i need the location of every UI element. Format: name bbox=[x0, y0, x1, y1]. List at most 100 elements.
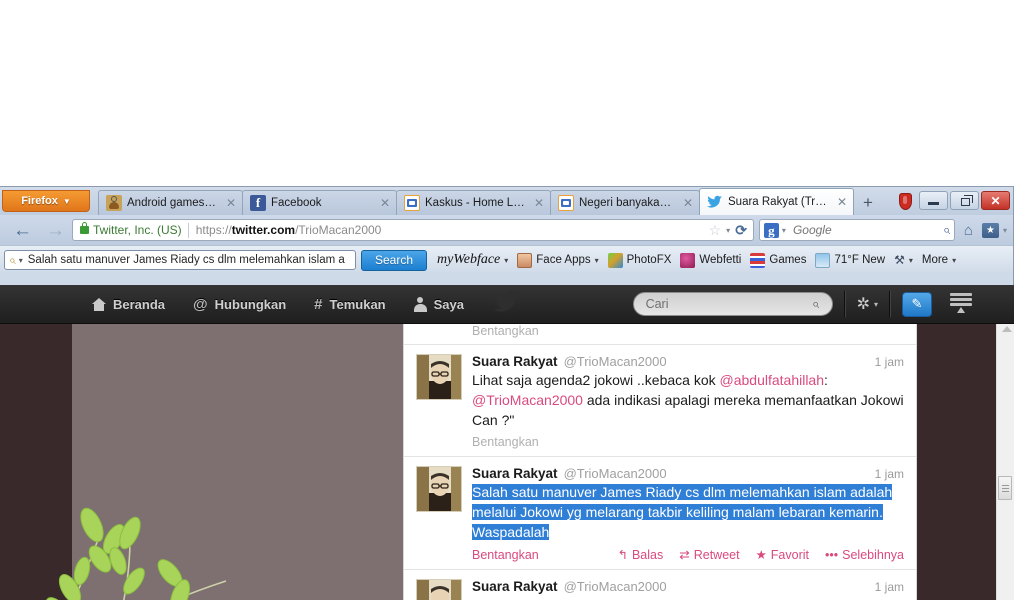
mywebface-search-value: Salah satu manuver James Riady cs dlm me… bbox=[27, 254, 345, 266]
retweet-icon: ⇄ bbox=[679, 548, 690, 562]
chevron-down-icon[interactable]: ▾ bbox=[909, 256, 913, 265]
close-icon[interactable]: ✕ bbox=[378, 196, 392, 210]
toolbar-item-label: Games bbox=[769, 254, 807, 266]
twitter-search-input[interactable]: Cari ⌕ bbox=[632, 292, 833, 316]
tweet-timestamp[interactable]: 1 jam bbox=[875, 580, 904, 594]
restore-button[interactable] bbox=[950, 191, 979, 210]
expand-link[interactable]: Bentangkan bbox=[472, 548, 539, 562]
twitter-bird-icon bbox=[490, 288, 524, 320]
minimize-button[interactable] bbox=[919, 191, 948, 210]
nav-item-saya[interactable]: Saya bbox=[400, 285, 478, 323]
more-action[interactable]: ••• Selebihnya bbox=[825, 548, 904, 562]
expand-link[interactable]: Bentangkan bbox=[472, 435, 539, 449]
avatar[interactable] bbox=[416, 579, 462, 600]
avatar[interactable] bbox=[416, 466, 462, 512]
desktop-blank-area bbox=[0, 0, 1024, 186]
tweet-author-name[interactable]: Suara Rakyat bbox=[472, 579, 558, 594]
nav-item-hubungkan[interactable]: @ Hubungkan bbox=[179, 285, 300, 323]
reload-icon[interactable]: ⟳ bbox=[735, 222, 747, 239]
close-icon[interactable]: ✕ bbox=[532, 196, 546, 210]
favorite-action[interactable]: ★ Favorit bbox=[755, 547, 809, 563]
twitter-nav-items: Beranda @ Hubungkan # Temukan Saya bbox=[78, 285, 478, 323]
tab-android-games[interactable]: Android games fre... ✕ bbox=[98, 190, 243, 215]
search-icon[interactable]: ⌕ bbox=[943, 222, 950, 238]
mywebface-brand-logo: myWebface bbox=[437, 252, 501, 267]
nav-item-beranda[interactable]: Beranda bbox=[78, 285, 179, 323]
mywebface-search-button[interactable]: Search bbox=[361, 249, 428, 271]
compose-tweet-button[interactable]: ✎ bbox=[902, 291, 932, 317]
selected-text: Salah satu manuver James Riady cs dlm me… bbox=[472, 484, 893, 540]
facebook-icon: f bbox=[250, 195, 266, 211]
reply-action[interactable]: ↰ Balas bbox=[617, 547, 663, 563]
toolbar-item-photofx[interactable]: PhotoFX bbox=[607, 252, 671, 268]
toolbar-item-games[interactable]: Games bbox=[750, 252, 807, 268]
home-icon[interactable]: ⌂ bbox=[964, 222, 973, 239]
mywebface-search-input[interactable]: ⌕ ▾ Salah satu manuver James Riady cs dl… bbox=[4, 250, 356, 270]
twitter-search-placeholder: Cari bbox=[645, 297, 669, 311]
generic-page-icon bbox=[558, 195, 574, 211]
tweet-text: Lihat saja agenda2 jokowi ..kebaca kok @… bbox=[472, 370, 904, 430]
nav-item-label: Temukan bbox=[329, 296, 386, 312]
close-button[interactable]: ✕ bbox=[981, 191, 1010, 210]
expand-link[interactable]: Bentangkan bbox=[472, 324, 904, 338]
back-button[interactable]: ← bbox=[13, 221, 32, 240]
toolbar-item-face-apps[interactable]: Face Apps ▾ bbox=[517, 252, 599, 268]
mention-link[interactable]: @abdulfatahillah bbox=[720, 372, 825, 388]
close-icon[interactable]: ✕ bbox=[835, 195, 849, 209]
firefox-app-menu-button[interactable]: Firefox ▼ bbox=[2, 190, 90, 212]
tweet-author-handle[interactable]: @TrioMacan2000 bbox=[564, 579, 667, 594]
toolbar-item-weather[interactable]: 71°F New bbox=[815, 252, 885, 268]
tools-icon[interactable]: ⚒ bbox=[894, 253, 905, 267]
tweet-row[interactable]: Suara Rakyat @TrioMacan2000 1 jam Lihat … bbox=[404, 345, 916, 457]
tweet-row-selected[interactable]: Suara Rakyat @TrioMacan2000 1 jam Salah … bbox=[404, 457, 916, 570]
gear-icon[interactable]: ✲ bbox=[857, 294, 870, 314]
chevron-down-icon[interactable]: ▾ bbox=[726, 226, 730, 235]
nav-item-label: Beranda bbox=[113, 296, 166, 312]
url-path: /TrioMacan2000 bbox=[295, 223, 382, 237]
tweet-author-name[interactable]: Suara Rakyat bbox=[472, 354, 558, 369]
bookmark-star-icon[interactable]: ☆ bbox=[709, 222, 722, 239]
chevron-down-icon[interactable]: ▾ bbox=[504, 256, 508, 265]
avatar[interactable] bbox=[416, 354, 462, 400]
upload-stack-icon[interactable] bbox=[950, 293, 972, 315]
scrollbar-thumb[interactable] bbox=[998, 476, 1012, 500]
tab-label: Kaskus - Home Log... bbox=[425, 197, 526, 209]
chevron-down-icon[interactable]: ▾ bbox=[19, 256, 23, 265]
address-bar[interactable]: Twitter, Inc. (US) https://twitter.com/T… bbox=[72, 219, 754, 241]
tweet-author-handle[interactable]: @TrioMacan2000 bbox=[564, 466, 667, 481]
tweet-author-handle[interactable]: @TrioMacan2000 bbox=[564, 354, 667, 369]
tweet-author-name[interactable]: Suara Rakyat bbox=[472, 466, 558, 481]
chevron-down-icon[interactable]: ▾ bbox=[874, 300, 878, 309]
page-scrollbar[interactable] bbox=[996, 324, 1014, 600]
tab-suara-rakyat[interactable]: Suara Rakyat (Trio... ✕ bbox=[699, 188, 854, 215]
twitter-bird-icon bbox=[707, 194, 723, 210]
tweet-row[interactable]: Suara Rakyat @TrioMacan2000 1 jam bbox=[404, 570, 916, 600]
search-icon[interactable]: ⌕ bbox=[812, 296, 819, 312]
tweet-timestamp[interactable]: 1 jam bbox=[875, 467, 904, 481]
toolbar-item-webfetti[interactable]: Webfetti bbox=[680, 252, 741, 268]
new-tab-button[interactable]: + bbox=[857, 191, 879, 215]
tab-negeri-banyakan[interactable]: Negeri banyakan pr... ✕ bbox=[550, 190, 700, 215]
close-icon[interactable]: ✕ bbox=[681, 196, 695, 210]
page-content: Beranda @ Hubungkan # Temukan Saya Cari … bbox=[0, 285, 1014, 600]
retweet-action[interactable]: ⇄ Retweet bbox=[679, 547, 739, 563]
browser-search-bar[interactable]: g ▾ Google ⌕ bbox=[758, 219, 955, 241]
chevron-down-icon[interactable]: ▾ bbox=[782, 226, 786, 235]
scroll-up-arrow-icon[interactable] bbox=[1002, 326, 1012, 332]
chevron-down-icon[interactable]: ▾ bbox=[1003, 226, 1007, 235]
close-icon[interactable]: ✕ bbox=[224, 196, 238, 210]
tweet-timestamp[interactable]: 1 jam bbox=[875, 355, 904, 369]
nav-item-temukan[interactable]: # Temukan bbox=[300, 285, 399, 323]
tab-kaskus[interactable]: Kaskus - Home Log... ✕ bbox=[396, 190, 551, 215]
forward-button[interactable]: → bbox=[46, 221, 65, 240]
chevron-down-icon[interactable]: ▾ bbox=[595, 256, 599, 265]
mention-link[interactable]: @TrioMacan2000 bbox=[472, 392, 583, 408]
reply-arrow-icon: ↰ bbox=[617, 548, 628, 562]
tab-facebook[interactable]: f Facebook ✕ bbox=[242, 190, 397, 215]
toolbar-item-more[interactable]: More ▾ bbox=[922, 254, 956, 266]
bookmarks-icon[interactable]: ★ bbox=[981, 222, 999, 238]
shield-security-icon[interactable] bbox=[899, 192, 912, 210]
star-icon: ★ bbox=[755, 548, 767, 562]
tab-strip: Firefox ▼ Android games fre... ✕ f Faceb… bbox=[0, 187, 1013, 215]
google-logo-icon: g bbox=[763, 222, 779, 238]
